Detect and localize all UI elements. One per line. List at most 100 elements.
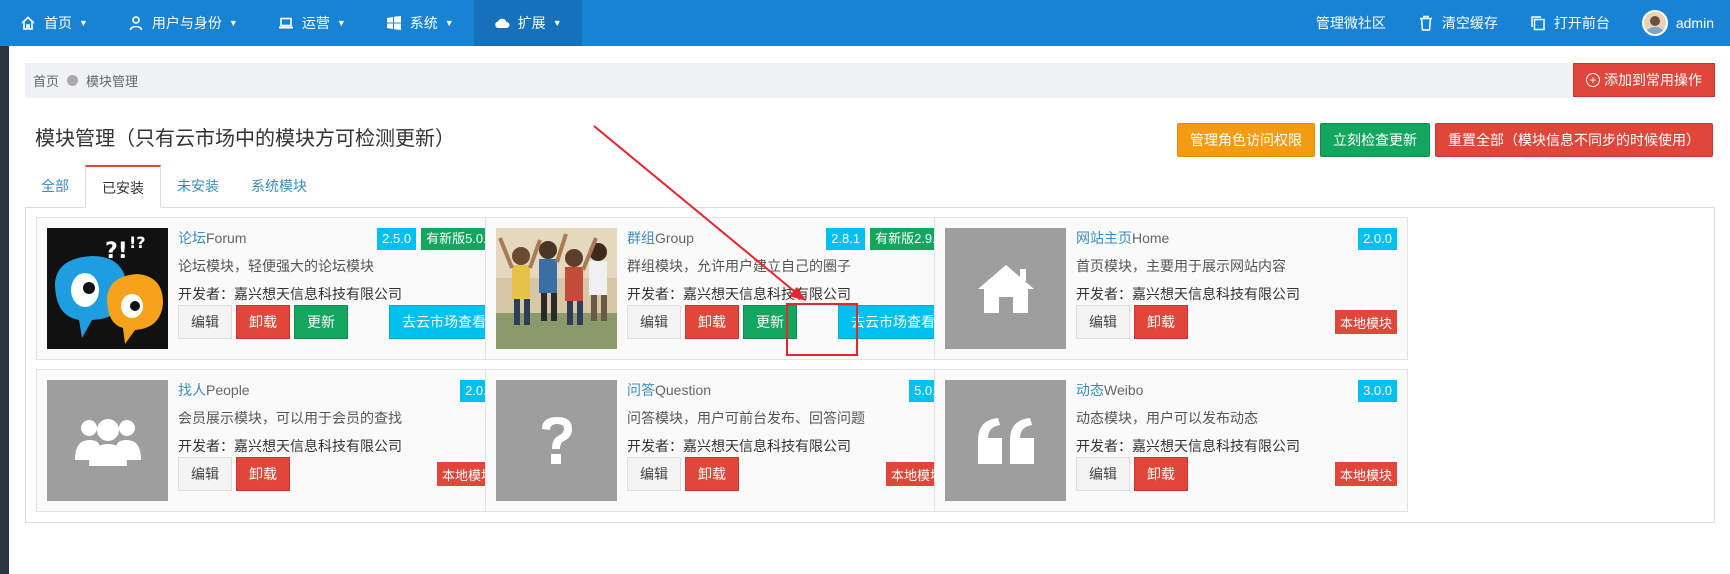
version-badge: 3.0.0	[1358, 380, 1397, 402]
avatar	[1641, 10, 1668, 36]
module-developer: 开发者：嘉兴想天信息科技有限公司	[178, 436, 402, 456]
module-thumbnail-question	[496, 380, 617, 501]
uninstall-button[interactable]: 卸载	[685, 305, 739, 339]
nav-clear-cache-label: 清空缓存	[1441, 15, 1498, 31]
module-developer: 开发者：嘉兴想天信息科技有限公司	[627, 284, 851, 304]
nav-clear-cache[interactable]: 清空缓存	[1402, 0, 1514, 46]
check-update-button[interactable]: 立刻检查更新	[1320, 123, 1430, 157]
module-title[interactable]: 问答Question	[627, 380, 711, 400]
nav-user-menu[interactable]: admin	[1626, 0, 1730, 46]
nav-open-frontend[interactable]: 打开前台	[1514, 0, 1626, 46]
module-name-en: Home	[1132, 230, 1170, 246]
laptop-icon	[278, 15, 294, 31]
breadcrumb-current: 模块管理	[86, 74, 139, 89]
nav-system[interactable]: 系统 ▼	[366, 0, 474, 46]
update-button[interactable]: 更新	[294, 305, 348, 339]
tab-uninstalled[interactable]: 未安装	[161, 165, 235, 208]
role-access-button[interactable]: 管理角色访问权限	[1177, 123, 1315, 157]
tab-installed[interactable]: 已安装	[85, 165, 161, 208]
breadcrumb: 首页 模块管理 + 添加到常用操作	[25, 63, 1715, 98]
module-thumbnail-group	[496, 228, 617, 349]
nav-system-label: 系统	[409, 15, 438, 31]
uninstall-button[interactable]: 卸载	[236, 305, 290, 339]
nav-open-frontend-label: 打开前台	[1553, 15, 1610, 31]
module-developer: 开发者：嘉兴想天信息科技有限公司	[178, 284, 402, 304]
cloud-icon	[494, 15, 510, 31]
module-title[interactable]: 找人People	[178, 380, 250, 400]
module-name-en: Group	[655, 230, 694, 246]
nav-micro-community[interactable]: 管理微社区	[1300, 0, 1402, 46]
nav-operation-label: 运营	[301, 15, 330, 31]
module-card-home: 网站主页Home 2.0.0 首页模块，主要用于展示网站内容 开发者：嘉兴想天信…	[934, 217, 1408, 360]
module-actions: 编辑 卸载	[1076, 305, 1188, 339]
module-card-group: 群组Group 2.8.1 有新版2.9.0 群组模块，允许用户建立自己的圈子 …	[485, 217, 959, 360]
chevron-down-icon: ▼	[228, 18, 238, 28]
module-card-question: 问答Question 5.0.0 问答模块，用户可前台发布、回答问题 开发者：嘉…	[485, 369, 959, 512]
module-title[interactable]: 群组Group	[627, 228, 694, 248]
module-actions: 编辑 卸载 更新	[627, 305, 797, 339]
developer-name: 嘉兴想天信息科技有限公司	[234, 438, 402, 454]
nav-users[interactable]: 用户与身份 ▼	[108, 0, 258, 46]
nav-home[interactable]: 首页 ▼	[0, 0, 108, 46]
edit-button[interactable]: 编辑	[1076, 305, 1130, 339]
nav-home-label: 首页	[44, 15, 72, 31]
module-name-en: Forum	[206, 230, 247, 246]
uninstall-button[interactable]: 卸载	[1134, 305, 1188, 339]
edit-button[interactable]: 编辑	[178, 305, 232, 339]
module-actions: 编辑 卸载 更新	[178, 305, 348, 339]
breadcrumb-separator-icon	[67, 75, 79, 86]
edit-button[interactable]: 编辑	[627, 305, 681, 339]
chevron-down-icon: ▼	[444, 18, 454, 28]
module-actions: 编辑 卸载	[627, 457, 739, 491]
module-thumbnail-home	[945, 228, 1066, 349]
module-name-en: Weibo	[1104, 382, 1144, 398]
edit-button[interactable]: 编辑	[627, 457, 681, 491]
version-badge: 2.8.1	[826, 228, 866, 250]
nav-right-group: 管理微社区 清空缓存 打开前台 admin	[1300, 0, 1730, 46]
module-name-cn: 网站主页	[1076, 230, 1132, 246]
svg-text:?!: ?!	[105, 239, 128, 264]
developer-label: 开发者：	[627, 286, 683, 302]
tab-system-modules[interactable]: 系统模块	[235, 165, 323, 208]
annotation-highlight-box	[786, 303, 858, 356]
add-to-common-label: 添加到常用操作	[1604, 72, 1702, 88]
add-to-common-button[interactable]: + 添加到常用操作	[1573, 63, 1715, 97]
uninstall-button[interactable]: 卸载	[236, 457, 290, 491]
developer-label: 开发者：	[178, 286, 234, 302]
reset-all-button[interactable]: 重置全部（模块信息不同步的时候使用）	[1435, 123, 1713, 157]
local-module-badge: 本地模块	[1334, 462, 1397, 486]
module-tabs: 全部 已安装 未安装 系统模块	[25, 165, 1715, 208]
module-title[interactable]: 网站主页Home	[1076, 228, 1169, 248]
uninstall-button[interactable]: 卸载	[1134, 457, 1188, 491]
module-description: 动态模块，用户可以发布动态	[1076, 410, 1258, 426]
module-title[interactable]: 动态Weibo	[1076, 380, 1143, 400]
chevron-down-icon: ▼	[336, 18, 346, 28]
version-badge: 2.5.0	[377, 228, 417, 250]
developer-label: 开发者：	[627, 438, 683, 454]
module-name-en: People	[206, 382, 250, 398]
module-card-people: 找人People 2.0.0 会员展示模块，可以用于会员的查找 开发者：嘉兴想天…	[36, 369, 510, 512]
uninstall-button[interactable]: 卸载	[685, 457, 739, 491]
version-badges: 3.0.0	[1358, 380, 1397, 402]
local-module-badge: 本地模块	[1334, 310, 1397, 334]
edit-button[interactable]: 编辑	[1076, 457, 1130, 491]
edit-button[interactable]: 编辑	[178, 457, 232, 491]
module-actions: 编辑 卸载	[178, 457, 290, 491]
copy-icon	[1530, 15, 1546, 31]
top-navbar: 首页 ▼ 用户与身份 ▼ 运营 ▼ 系统 ▼ 扩展 ▼ 管理微社区 清空缓存 打开前台 a…	[0, 0, 1730, 46]
nav-operation[interactable]: 运营 ▼	[258, 0, 366, 46]
breadcrumb-home[interactable]: 首页	[33, 71, 59, 90]
module-title[interactable]: 论坛Forum	[178, 228, 246, 248]
module-developer: 开发者：嘉兴想天信息科技有限公司	[1076, 284, 1300, 304]
module-panel: ?! !? 论坛Forum 2.5.0 有新版5.0.0 论坛模块，轻便强大的论…	[25, 207, 1715, 523]
nav-extension[interactable]: 扩展 ▼	[473, 0, 582, 46]
view-cloud-market-button[interactable]: 去云市场查看	[389, 305, 499, 339]
sidebar-strip	[0, 46, 9, 574]
user-icon	[128, 15, 144, 31]
version-badge: 2.0.0	[1358, 228, 1397, 250]
tab-all[interactable]: 全部	[25, 165, 85, 208]
developer-name: 嘉兴想天信息科技有限公司	[683, 438, 851, 454]
developer-label: 开发者：	[1076, 438, 1132, 454]
page-title: 模块管理（只有云市场中的模块方可检测更新）	[35, 128, 455, 150]
chevron-down-icon: ▼	[552, 18, 562, 28]
